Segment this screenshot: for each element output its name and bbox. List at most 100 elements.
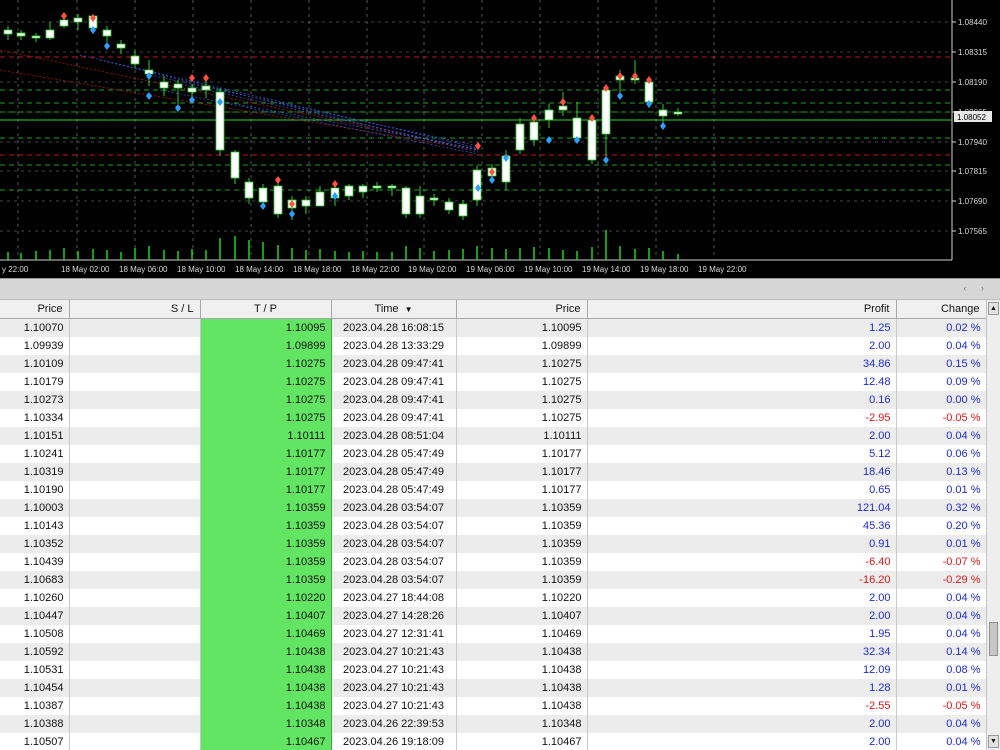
volume-bar [148,246,150,260]
cell-price2: 1.10438 [456,679,588,697]
cell-sl [69,697,201,715]
table-row[interactable]: 1.10143 1.10359 2023.04.28 03:54:07 1.10359… [0,517,986,535]
candle-body [344,185,354,197]
cell-price2: 1.10438 [456,643,588,661]
vertical-scrollbar[interactable]: ▲ ▼ [986,300,1000,750]
table-row[interactable]: 1.10109 1.10275 2023.04.28 09:47:41 1.10275… [0,355,986,373]
price-label: 1.08440 [958,18,987,27]
cell-sl [69,625,201,643]
time-label: 18 May 22:00 [351,265,400,274]
header-change[interactable]: Change [896,300,986,319]
cell-tp: 1.10220 [200,589,332,607]
cell-price: 1.10241 [0,445,70,463]
price-label: 1.07815 [958,167,987,176]
table-row[interactable]: 1.10683 1.10359 2023.04.28 03:54:07 1.10359… [0,571,986,589]
table-row[interactable]: 1.10507 1.10467 2023.04.26 19:18:09 1.10467… [0,733,986,750]
panel-splitter[interactable]: ‹ › [0,278,1000,300]
cell-price: 1.10454 [0,679,70,697]
table-row[interactable]: 1.10439 1.10359 2023.04.28 03:54:07 1.10359… [0,553,986,571]
cell-price: 1.10319 [0,463,70,481]
cell-tp: 1.10438 [200,643,332,661]
candle-body [358,185,368,193]
candle-body [644,81,654,103]
candle-body [45,29,55,39]
header-price[interactable]: Price [0,300,70,319]
volume-bar [234,236,236,260]
table-row[interactable]: 1.10070 1.10095 2023.04.28 16:08:15 1.10095… [0,318,986,337]
cell-change: 0.04 % [896,733,986,750]
header-tp[interactable]: T / P [200,300,332,319]
scroll-down-icon[interactable]: ▼ [988,735,999,748]
cell-price: 1.10683 [0,571,70,589]
header-profit[interactable]: Profit [587,300,897,319]
cell-sl [69,373,201,391]
price-chart[interactable]: 1.084401.083151.081901.080651.079401.078… [0,0,1000,278]
trade-connector-line [79,54,479,149]
candle-body [173,83,183,89]
table-row[interactable]: 1.10179 1.10275 2023.04.28 09:47:41 1.10275… [0,373,986,391]
cell-price2: 1.10359 [456,553,588,571]
table-row[interactable]: 1.10190 1.10177 2023.04.28 05:47:49 1.10177… [0,481,986,499]
trade-exit-marker [660,122,666,130]
cell-change: 0.15 % [896,355,986,373]
trade-entry-marker [332,180,338,188]
header-price-close[interactable]: Price [456,300,588,319]
table-row[interactable]: 1.10241 1.10177 2023.04.28 05:47:49 1.10177… [0,445,986,463]
table-row[interactable]: 1.10531 1.10438 2023.04.27 10:21:43 1.10438… [0,661,986,679]
table-row[interactable]: 1.10388 1.10348 2023.04.26 22:39:53 1.10348… [0,715,986,733]
candle-body [387,185,397,189]
trade-history-table: Price S / L T / P Time ▼ Price Profit Cha… [0,300,986,750]
time-label: 19 May 14:00 [582,265,631,274]
cell-sl [69,499,201,517]
cell-profit: 12.48 [587,373,897,391]
table-row[interactable]: 1.10592 1.10438 2023.04.27 10:21:43 1.10438… [0,643,986,661]
cell-sl [69,535,201,553]
volume-bar [277,245,279,260]
cell-price2: 1.10177 [456,463,588,481]
cell-profit: 0.16 [587,391,897,409]
candle-body [73,17,83,23]
volume-bar [505,249,507,260]
trade-entry-marker [61,12,67,20]
volume-bar [291,248,293,260]
table-row[interactable]: 1.10003 1.10359 2023.04.28 03:54:07 1.10359… [0,499,986,517]
scroll-up-icon[interactable]: ▲ [988,302,999,315]
cell-sl [69,553,201,571]
candle-body [572,117,582,139]
table-row[interactable]: 1.10387 1.10438 2023.04.27 10:21:43 1.10438… [0,697,986,715]
cell-time: 2023.04.27 18:44:08 [331,589,457,607]
candlestick-chart-svg[interactable]: 1.084401.083151.081901.080651.079401.078… [0,0,1000,278]
cell-change: 0.06 % [896,445,986,463]
table-row[interactable]: 1.10319 1.10177 2023.04.28 05:47:49 1.10177… [0,463,986,481]
cell-change: 0.14 % [896,643,986,661]
table-row[interactable]: 1.10454 1.10438 2023.04.27 10:21:43 1.10438… [0,679,986,697]
cell-time: 2023.04.26 22:39:53 [331,715,457,733]
cell-sl [69,463,201,481]
table-row[interactable]: 1.10352 1.10359 2023.04.28 03:54:07 1.10359… [0,535,986,553]
table-row[interactable]: 1.09939 1.09899 2023.04.28 13:33:29 1.09899… [0,337,986,355]
volume-bar [376,252,378,260]
trade-entry-marker [560,98,566,106]
scrollbar-thumb[interactable] [989,622,998,656]
table-row[interactable]: 1.10273 1.10275 2023.04.28 09:47:41 1.10275… [0,391,986,409]
table-row[interactable]: 1.10260 1.10220 2023.04.27 18:44:08 1.10220… [0,589,986,607]
volume-bar [348,252,350,260]
splitter-arrows-icon[interactable]: ‹ › [964,283,991,293]
trade-exit-marker [146,92,152,100]
header-time[interactable]: Time ▼ [331,300,457,319]
table-row[interactable]: 1.10447 1.10407 2023.04.27 14:28:26 1.10407… [0,607,986,625]
volume-bar [248,240,250,260]
time-label: 18 May 02:00 [61,265,110,274]
table-row[interactable]: 1.10508 1.10469 2023.04.27 12:31:41 1.10469… [0,625,986,643]
table-row[interactable]: 1.10151 1.10111 2023.04.28 08:51:04 1.10111… [0,427,986,445]
cell-tp: 1.10177 [200,463,332,481]
cell-time: 2023.04.27 10:21:43 [331,697,457,715]
volume-bar [106,250,108,260]
header-sl[interactable]: S / L [69,300,201,319]
cell-change: 0.01 % [896,481,986,499]
price-label: 1.07940 [958,138,987,147]
cell-price2: 1.10359 [456,517,588,535]
table-row[interactable]: 1.10334 1.10275 2023.04.28 09:47:41 1.10275… [0,409,986,427]
candle-body [429,197,439,201]
cell-time: 2023.04.28 09:47:41 [331,373,457,391]
